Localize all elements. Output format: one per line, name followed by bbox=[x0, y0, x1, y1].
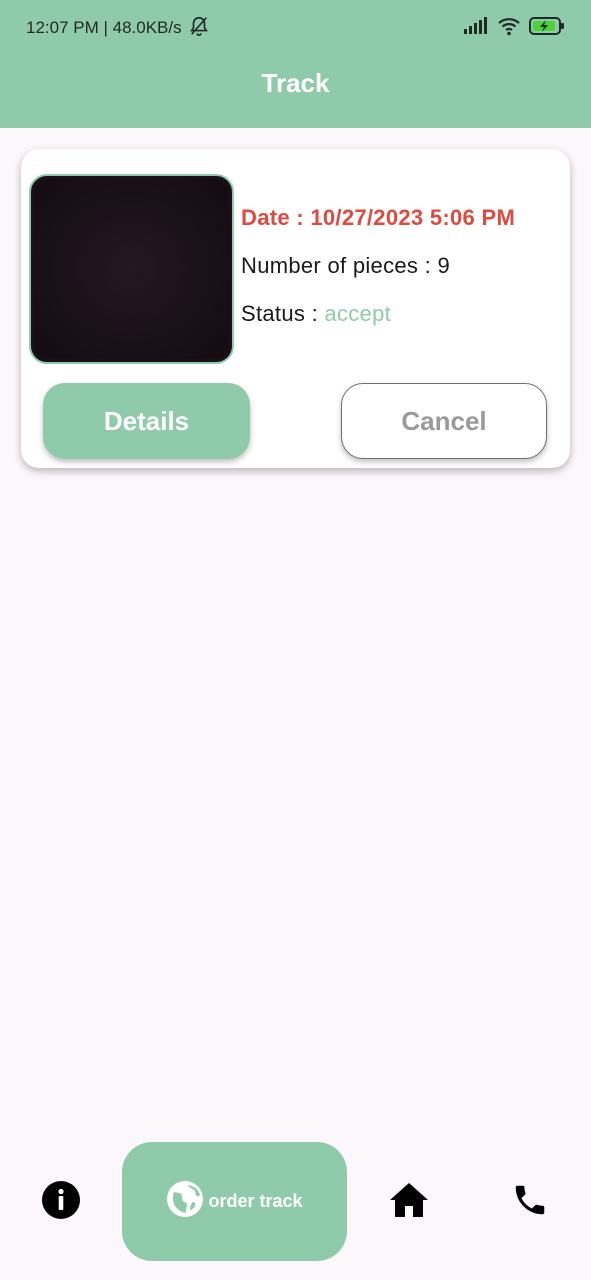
home-icon bbox=[389, 1182, 429, 1223]
nav-order-track-button[interactable]: order track bbox=[122, 1142, 347, 1261]
status-bar: 12:07 PM | 48.0KB/s bbox=[0, 0, 591, 56]
status-time-speed: 12:07 PM | 48.0KB/s bbox=[26, 18, 182, 37]
pieces-value: 9 bbox=[437, 253, 450, 278]
details-button[interactable]: Details bbox=[43, 383, 250, 459]
nav-home-button[interactable] bbox=[386, 1180, 432, 1224]
status-label: Status : bbox=[241, 301, 325, 326]
bell-off-icon bbox=[188, 15, 210, 42]
order-date: Date : 10/27/2023 5:06 PM bbox=[241, 205, 516, 230]
wifi-icon bbox=[497, 16, 521, 41]
pieces-label: Number of pieces : bbox=[241, 253, 438, 278]
nav-info-button[interactable] bbox=[40, 1180, 82, 1225]
nav-phone-button[interactable] bbox=[508, 1180, 552, 1224]
status-value: accept bbox=[324, 301, 392, 326]
order-info: Date : 10/27/2023 5:06 PM Number of piec… bbox=[241, 205, 515, 349]
bottom-nav: order track bbox=[0, 1130, 591, 1280]
nav-order-track-label: order track bbox=[208, 1191, 303, 1211]
globe-icon bbox=[166, 1180, 204, 1223]
app-bar: 12:07 PM | 48.0KB/s Track bbox=[0, 0, 591, 128]
battery-charging-icon bbox=[529, 16, 565, 41]
info-icon bbox=[41, 1180, 81, 1225]
order-pieces: Number of pieces : 9 bbox=[241, 253, 515, 301]
cancel-button[interactable]: Cancel bbox=[341, 383, 547, 459]
order-card: Date : 10/27/2023 5:06 PM Number of piec… bbox=[21, 149, 570, 468]
order-image bbox=[29, 174, 234, 364]
signal-icon bbox=[463, 16, 489, 40]
order-status: Status : accept bbox=[241, 301, 515, 349]
page-title: Track bbox=[261, 68, 330, 98]
phone-icon bbox=[511, 1181, 549, 1224]
